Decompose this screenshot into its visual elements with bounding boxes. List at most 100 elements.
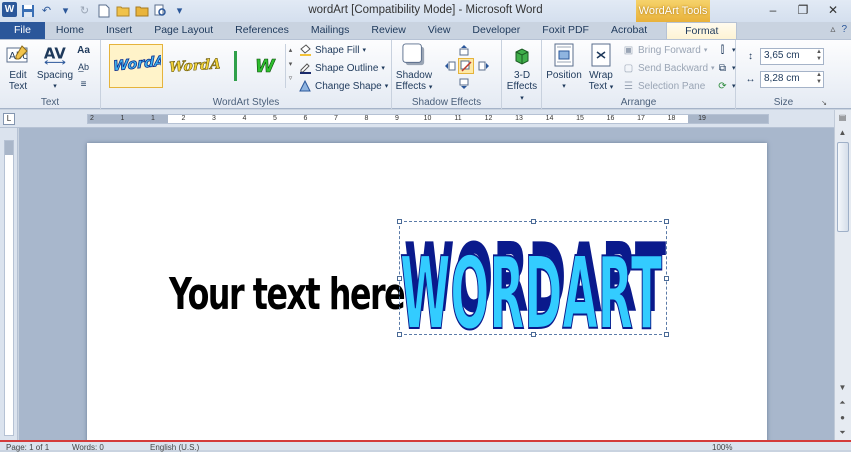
ruler-tick-label: 4	[242, 115, 247, 122]
tab-mailings[interactable]: Mailings	[300, 22, 361, 39]
tab-view[interactable]: View	[417, 22, 462, 39]
styles-gallery-scroll[interactable]: ▴ ▾ ▿	[285, 44, 295, 88]
width-input[interactable]: 8,28 cm ▲ ▼	[760, 71, 824, 88]
vertical-text-button[interactable]: A̲b	[77, 61, 90, 73]
shadow-nudge-left-icon[interactable]	[444, 60, 456, 72]
wordart-style-thumb-4[interactable]: W	[251, 44, 281, 88]
svg-text:WordArt: WordArt	[113, 54, 161, 75]
tab-insert[interactable]: Insert	[95, 22, 143, 39]
shape-outline-button[interactable]: Shape Outline ▾	[299, 62, 385, 74]
bring-forward-button[interactable]: ▣ Bring Forward ▾	[622, 44, 708, 56]
shadow-effects-group-label: Shadow Effects	[411, 97, 482, 108]
vertical-scrollbar[interactable]: ▤ ▲ ▼ ⏶ ● ⏷	[834, 110, 851, 440]
resize-handle-ne[interactable]	[664, 219, 669, 224]
send-backward-icon: ▢	[623, 62, 634, 74]
zoom-level[interactable]: 100%	[712, 443, 732, 452]
scroll-down-icon[interactable]: ▼	[835, 380, 850, 395]
wrap-text-button[interactable]: Wrap Text ▾	[586, 43, 616, 93]
tab-selector[interactable]: L	[3, 113, 15, 125]
3d-effects-button[interactable]: 3-D Effects ▾	[504, 43, 540, 104]
resize-handle-sw[interactable]	[397, 332, 402, 337]
bring-forward-label: Bring Forward	[638, 44, 701, 56]
ruler-toggle-icon[interactable]: ▤	[835, 110, 850, 125]
wordart-style-thumb-2[interactable]: WordArt	[167, 44, 221, 88]
align-dropdown-icon: ▾	[732, 47, 736, 54]
change-shape-label: Change Shape	[315, 80, 382, 92]
help-icon[interactable]: ?	[841, 24, 847, 35]
resize-handle-nw[interactable]	[397, 219, 402, 224]
left-margin-area	[88, 115, 168, 123]
ruler-track[interactable]: 2 1 1 2 3 4 5 6 7 8 9 10 11 12 13 14 15 16 17 18 19	[87, 114, 769, 124]
resize-handle-n[interactable]	[531, 219, 536, 224]
resize-handle-w[interactable]	[397, 276, 402, 281]
tab-format[interactable]: Format	[666, 22, 738, 39]
minimize-ribbon-icon[interactable]: ▵	[830, 24, 835, 35]
previous-page-icon[interactable]: ⏶	[835, 395, 850, 410]
browse-object-icon[interactable]: ●	[835, 410, 850, 425]
language-indicator[interactable]: English (U.S.)	[150, 443, 199, 452]
wordart-style-thumb-1[interactable]: WordArt	[109, 44, 163, 88]
page[interactable]: Your text here WORDART WORDART	[87, 143, 767, 440]
restore-button[interactable]: ❐	[789, 2, 817, 18]
top-margin-area	[5, 141, 13, 155]
group-button[interactable]: ⧉ ▾	[716, 62, 736, 74]
ruler-tick-label: 19	[698, 115, 706, 122]
shadow-effects-label: Shadow Effects	[395, 70, 433, 92]
bring-forward-dropdown-icon: ▾	[703, 47, 708, 54]
shadow-nudge-right-icon[interactable]	[478, 60, 490, 72]
arrange-group-label: Arrange	[620, 97, 657, 108]
position-button[interactable]: Position ▾	[544, 43, 584, 92]
3d-effects-group: 3-D Effects ▾	[502, 40, 542, 110]
shadow-effects-icon	[402, 43, 426, 67]
page-count[interactable]: Page: 1 of 1	[6, 443, 49, 452]
vertical-ruler-track[interactable]	[4, 140, 14, 436]
wordart-object[interactable]: WORDART WORDART	[397, 219, 669, 337]
wrap-text-dropdown-icon: ▾	[609, 84, 614, 91]
shape-fill-dropdown-icon: ▾	[362, 47, 366, 54]
resize-handle-se[interactable]	[664, 332, 669, 337]
even-height-button[interactable]: Aa	[77, 44, 90, 56]
ruler-tick-label: 9	[395, 115, 399, 122]
ruler-tick-label: 13	[515, 115, 523, 122]
shadow-nudge-up-icon[interactable]	[458, 44, 470, 56]
tab-foxit-pdf[interactable]: Foxit PDF	[531, 22, 600, 39]
close-button[interactable]: ✕	[819, 2, 847, 18]
edit-text-button[interactable]: Abc Edit Text	[2, 43, 34, 92]
resize-handle-e[interactable]	[664, 276, 669, 281]
scroll-thumb[interactable]	[837, 142, 849, 232]
rotate-button[interactable]: ⟳ ▾	[716, 80, 735, 92]
tab-home[interactable]: Home	[45, 22, 95, 39]
height-input[interactable]: 3,65 cm ▲ ▼	[760, 48, 824, 65]
body-text[interactable]: Your text here	[169, 269, 406, 320]
title-bar: W ↶ ▾ ↻ ▾ wordArt [Compatibility Mode] -…	[0, 0, 851, 22]
tab-references[interactable]: References	[224, 22, 300, 39]
shadow-toggle-icon[interactable]	[458, 58, 474, 74]
height-spinner[interactable]: ▲ ▼	[816, 49, 822, 63]
width-spinner[interactable]: ▲ ▼	[816, 72, 822, 86]
shadow-effects-button[interactable]: Shadow Effects ▾	[394, 43, 434, 93]
spacing-button[interactable]: AV Spacing ▾	[36, 43, 74, 92]
ruler-tick-label: 3	[212, 115, 216, 122]
align-button[interactable]: ⫿ ▾	[716, 44, 736, 56]
align-icon: ⫿	[720, 44, 725, 56]
word-count[interactable]: Words: 0	[72, 443, 104, 452]
tab-developer[interactable]: Developer	[461, 22, 531, 39]
send-backward-button[interactable]: ▢ Send Backward ▾	[622, 62, 715, 74]
tab-file[interactable]: File	[0, 22, 45, 39]
wordart-style-thumb-3[interactable]: WordArt	[223, 44, 249, 88]
tab-page-layout[interactable]: Page Layout	[143, 22, 224, 39]
shape-fill-button[interactable]: Shape Fill ▾	[299, 44, 366, 56]
tab-acrobat[interactable]: Acrobat	[600, 22, 658, 39]
scroll-up-icon[interactable]: ▲	[835, 125, 850, 140]
resize-handle-s[interactable]	[531, 332, 536, 337]
size-dialog-launcher-icon[interactable]: ↘	[821, 99, 827, 107]
next-page-icon[interactable]: ⏷	[835, 425, 850, 440]
align-text-button[interactable]: ≡	[77, 78, 90, 90]
tab-review[interactable]: Review	[360, 22, 416, 39]
change-shape-button[interactable]: Change Shape ▾	[299, 80, 388, 92]
selection-pane-button[interactable]: ☰ Selection Pane	[622, 80, 705, 92]
ruler-tick-label: 8	[364, 115, 369, 122]
shadow-nudge-down-icon[interactable]	[458, 78, 470, 90]
width-field: ↔ 8,28 cm ▲ ▼	[744, 71, 824, 88]
minimize-button[interactable]: –	[759, 2, 787, 18]
